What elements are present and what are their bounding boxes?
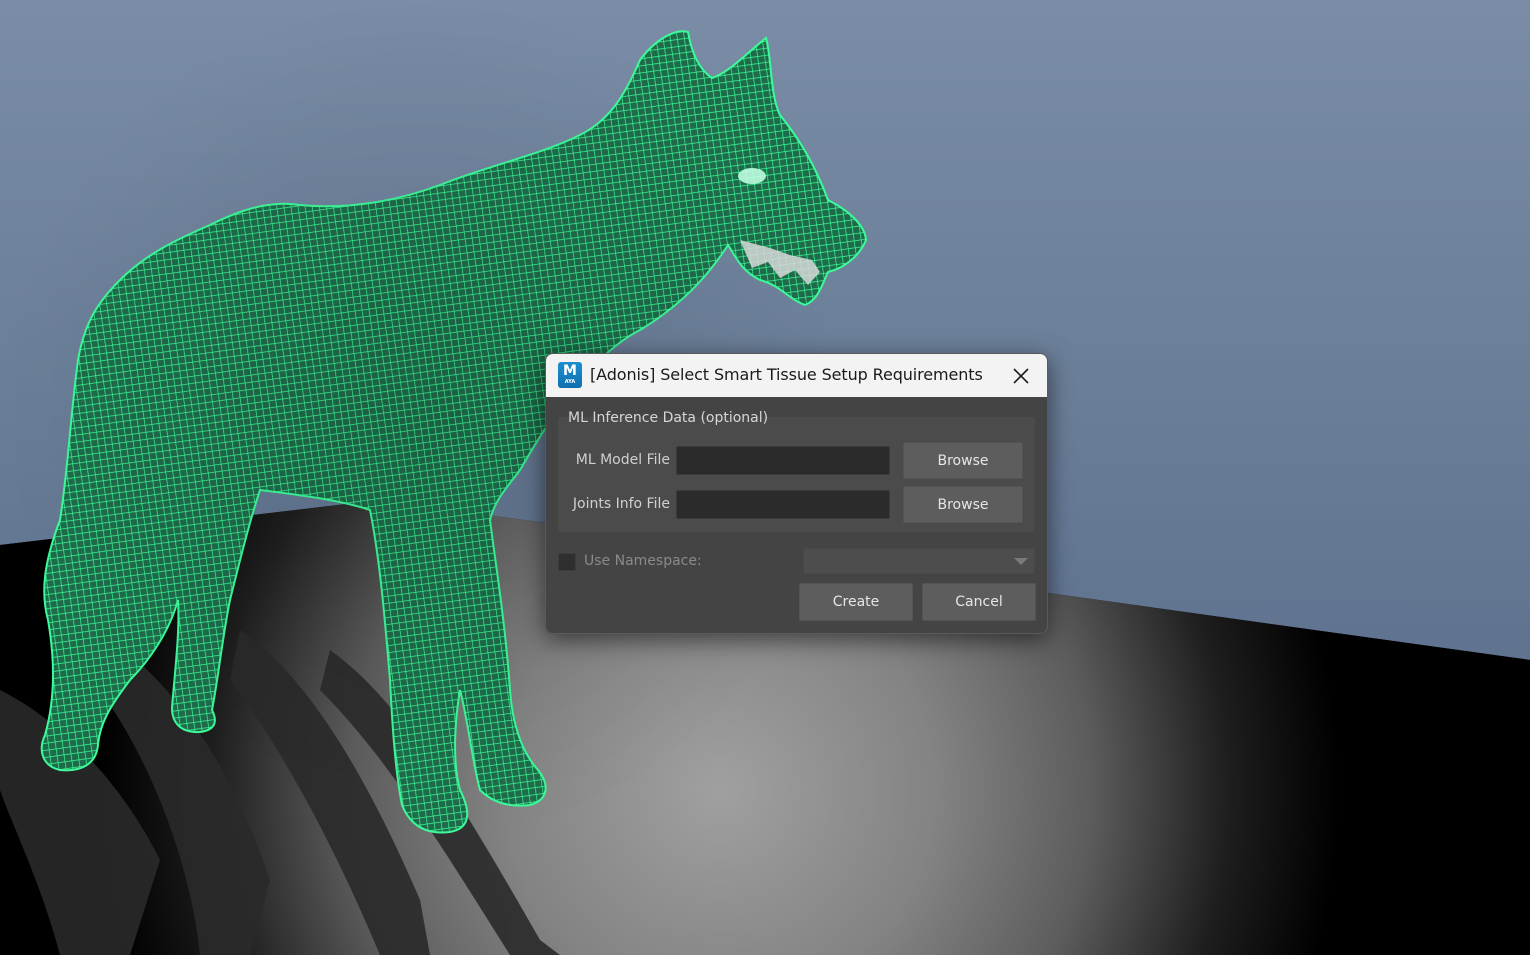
close-button[interactable] <box>1005 360 1037 392</box>
create-button[interactable]: Create <box>799 583 913 621</box>
ml-model-file-input[interactable] <box>676 446 890 475</box>
chevron-down-icon <box>1014 558 1028 565</box>
joints-info-browse-button[interactable]: Browse <box>903 486 1023 523</box>
cancel-button[interactable]: Cancel <box>922 583 1036 621</box>
use-namespace-label: Use Namespace: <box>584 553 702 569</box>
dialog-title: [Adonis] Select Smart Tissue Setup Requi… <box>590 365 983 384</box>
group-title: ML Inference Data (optional) <box>568 410 769 426</box>
ml-model-browse-button[interactable]: Browse <box>903 442 1023 479</box>
maya-viewport[interactable]: M AYA [Adonis] Select Smart Tissue Setup… <box>0 0 1530 955</box>
joints-info-file-label: Joints Info File <box>572 496 670 512</box>
dialog-titlebar[interactable]: M AYA [Adonis] Select Smart Tissue Setup… <box>546 354 1047 397</box>
use-namespace-checkbox[interactable] <box>558 553 576 571</box>
maya-app-icon: M AYA <box>558 362 582 388</box>
ml-model-file-label: ML Model File <box>575 452 670 468</box>
namespace-dropdown[interactable] <box>803 548 1035 574</box>
close-icon <box>1013 368 1029 384</box>
joints-info-file-input[interactable] <box>676 490 890 519</box>
smart-tissue-setup-dialog: M AYA [Adonis] Select Smart Tissue Setup… <box>545 353 1048 634</box>
